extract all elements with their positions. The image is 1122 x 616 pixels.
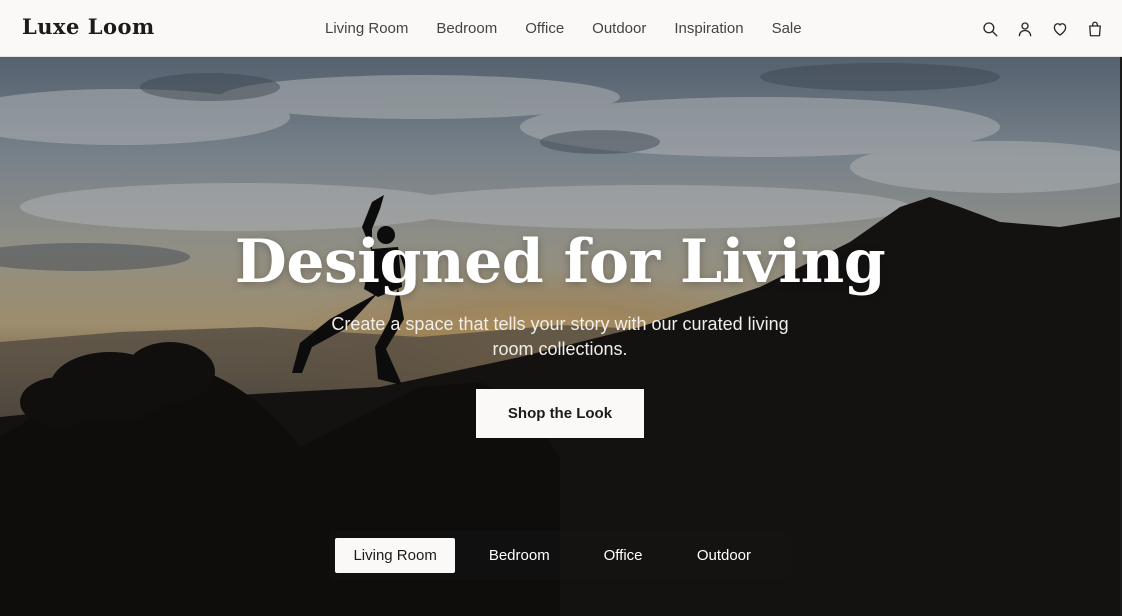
tab-bedroom[interactable]: Bedroom	[455, 538, 583, 573]
shopping-bag-icon[interactable]	[1086, 20, 1104, 38]
nav-inspiration[interactable]: Inspiration	[660, 0, 757, 57]
nav-outdoor[interactable]: Outdoor	[578, 0, 660, 57]
heart-icon[interactable]	[1051, 20, 1069, 38]
nav-bedroom[interactable]: Bedroom	[422, 0, 511, 57]
nav-sale[interactable]: Sale	[758, 0, 816, 57]
nav-living-room[interactable]: Living Room	[311, 0, 422, 57]
header-actions	[981, 0, 1104, 57]
room-category-tabs: Living Room Bedroom Office Outdoor	[329, 531, 791, 580]
brand-logo[interactable]: Luxe Loom	[22, 14, 155, 39]
hero-title: Designed for Living	[234, 227, 886, 297]
search-icon[interactable]	[981, 20, 999, 38]
nav-office[interactable]: Office	[511, 0, 578, 57]
hero-subtitle: Create a space that tells your story wit…	[331, 314, 789, 359]
hero-banner: Designed for Living Create a space that …	[0, 57, 1120, 616]
main-nav: Living Room Bedroom Office Outdoor Inspi…	[311, 0, 816, 57]
user-icon[interactable]	[1016, 20, 1034, 38]
shop-the-look-button[interactable]: Shop the Look	[476, 389, 644, 438]
tab-outdoor[interactable]: Outdoor	[663, 538, 785, 573]
site-header: Luxe Loom Living Room Bedroom Office Out…	[0, 0, 1122, 57]
tab-office[interactable]: Office	[583, 538, 663, 573]
tab-living-room[interactable]: Living Room	[335, 538, 456, 573]
